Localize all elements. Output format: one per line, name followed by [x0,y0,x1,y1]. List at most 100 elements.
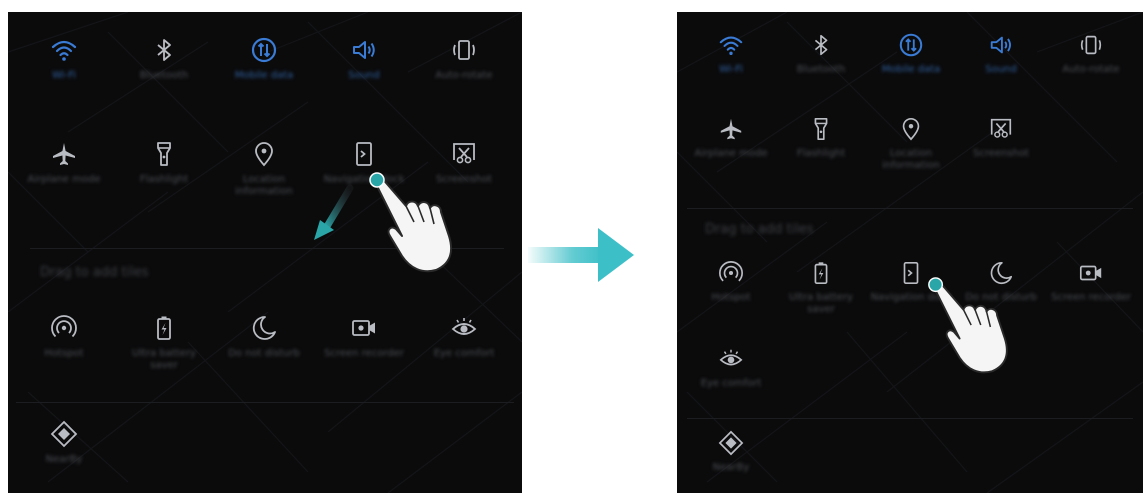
screen-recorder-icon [352,320,375,336]
screen-recorder-icon [1079,265,1102,281]
moon-icon [252,316,276,340]
sound-icon [353,41,375,59]
tile-sound[interactable]: Sound [953,32,1049,76]
quick-settings-panel-before: Wi-Fi Bluetooth Mobile data Sound Auto-r… [8,12,522,493]
tile-label: Auto-rotate [435,70,493,81]
bluetooth-icon [157,39,171,61]
tile-label: Flashlight [139,174,189,185]
tile-label: Mobile data [881,64,941,75]
screenshot-icon [453,143,475,164]
tile-hotspot[interactable]: Hotspot [16,314,112,360]
tile-do-not-disturb[interactable]: Do not disturb [216,314,312,360]
tile-label: Mobile data [234,70,294,81]
tile-airplane[interactable]: Airplane mode [16,140,112,186]
tile-label: NearBy [45,454,83,465]
tile-airplane[interactable]: Airplane mode [683,116,779,160]
tile-label: Eye comfort [433,348,495,359]
eye-icon [451,318,477,335]
location-icon [255,142,273,167]
battery-saver-icon [814,262,828,285]
tile-flashlight[interactable]: Flashlight [773,116,869,160]
flashlight-icon [814,117,828,141]
touch-point [928,277,944,293]
screenshot-icon [990,118,1012,138]
tile-label: Screen recorder [324,348,404,359]
tile-nearby[interactable]: NearBy [16,420,112,466]
wifi-icon [719,36,743,56]
navigation-dock-icon [903,261,919,285]
drag-to-add-title: Drag to add tiles [40,265,149,280]
flashlight-icon [157,142,171,166]
bluetooth-icon [814,34,828,56]
wifi-icon [51,40,77,61]
tile-screen-recorder[interactable]: Screen recorder [316,314,412,360]
row-divider [16,402,514,403]
tile-label: Do not disturb [228,348,300,359]
section-divider [687,208,1133,209]
drag-to-add-title: Drag to add tiles [705,222,814,237]
mobile-data-icon [899,33,923,57]
hotspot-icon [51,315,77,338]
tile-label: Bluetooth [139,70,189,81]
battery-saver-icon [157,316,171,340]
tile-bluetooth[interactable]: Bluetooth [116,36,212,82]
tile-eye-comfort[interactable]: Eye comfort [683,346,779,390]
panel-texture [677,12,1143,493]
touch-hand [369,172,453,273]
sound-icon [990,36,1011,54]
tile-mobile-data[interactable]: Mobile data [216,36,312,82]
tile-label: Ultra battery saver [789,292,853,315]
auto-rotate-icon [453,40,475,60]
tile-battery-saver[interactable]: Ultra battery saver [116,314,212,372]
nearby-icon [718,430,744,456]
airplane-icon [53,143,75,165]
tile-wifi[interactable]: Wi-Fi [16,36,112,82]
tile-eye-comfort[interactable]: Eye comfort [416,314,512,360]
tile-label: Airplane mode [27,174,101,185]
tile-label: Bluetooth [796,64,846,75]
tile-location[interactable]: Location information [863,116,959,172]
tile-bluetooth[interactable]: Bluetooth [773,32,869,76]
tile-label: NearBy [712,462,750,473]
row-divider [687,418,1133,419]
tile-auto-rotate[interactable]: Auto-rotate [416,36,512,82]
tile-label: Eye comfort [700,378,762,389]
tile-screen-recorder[interactable]: Screen recorder [1043,260,1139,304]
tile-label: Airplane mode [694,148,768,159]
tile-auto-rotate[interactable]: Auto-rotate [1043,32,1139,76]
tile-flashlight[interactable]: Flashlight [116,140,212,186]
hotspot-icon [719,261,743,282]
location-icon [902,118,920,141]
tile-label: Hotspot [44,348,84,359]
touch-point [369,172,385,188]
tile-label: Screenshot [973,148,1029,159]
tile-hotspot[interactable]: Hotspot [683,260,779,304]
tile-sound[interactable]: Sound [316,36,412,82]
quick-settings-panel-after: Wi-Fi Bluetooth Mobile data Sound Auto-r… [677,12,1143,493]
tile-nearby[interactable]: NearBy [683,430,779,474]
touch-hand [928,277,1008,374]
tile-battery-saver[interactable]: Ultra battery saver [773,260,869,316]
tile-label: Sound [985,64,1017,75]
eye-icon [719,349,743,366]
tile-location[interactable]: Location information [216,140,312,198]
tile-label: Auto-rotate [1062,64,1120,75]
tile-label: Wi-Fi [719,64,743,75]
navigation-dock-icon [356,142,372,166]
nearby-icon [50,420,78,448]
tile-label: Hotspot [711,292,751,303]
tile-label: Wi-Fi [52,70,76,81]
tile-label: Screen recorder [1051,292,1131,303]
tile-label: Sound [348,70,380,81]
airplane-icon [720,118,742,140]
transition-arrow-icon [528,228,634,282]
auto-rotate-icon [1080,35,1102,55]
tile-label: Location information [235,174,293,197]
tile-wifi[interactable]: Wi-Fi [683,32,779,76]
drag-direction-arrow [314,184,354,240]
tile-mobile-data[interactable]: Mobile data [863,32,959,76]
mobile-data-icon [251,37,277,63]
tile-screenshot[interactable]: Screenshot [953,116,1049,160]
tile-label: Location information [882,148,940,171]
tile-label: Ultra battery saver [132,348,196,371]
